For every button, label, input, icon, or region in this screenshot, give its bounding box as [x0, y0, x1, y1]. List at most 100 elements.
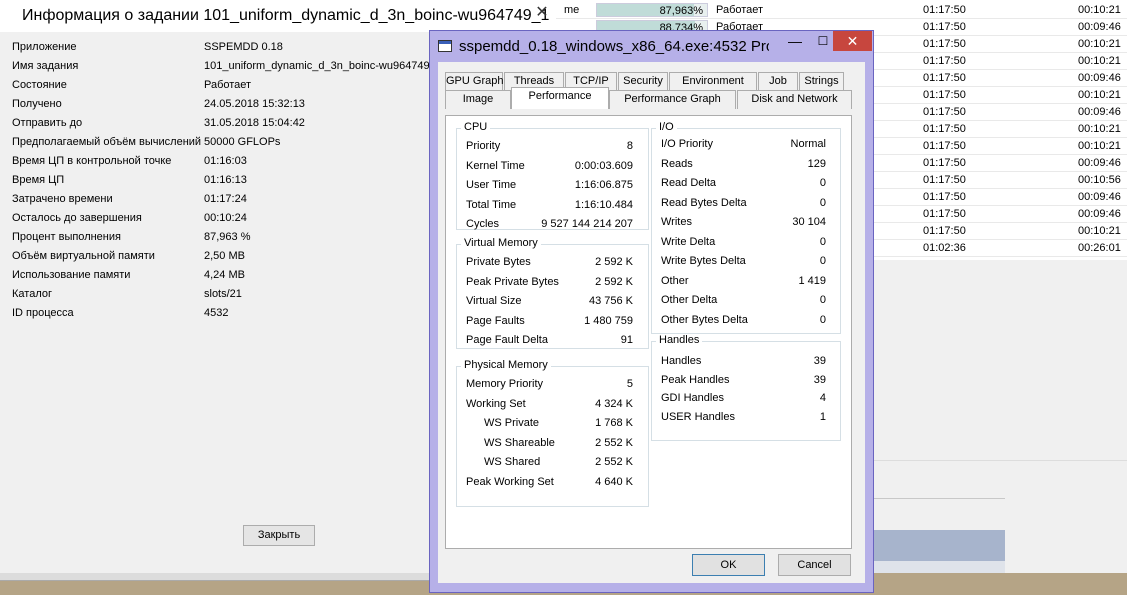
cpu-time: 01:17:50 — [923, 106, 966, 118]
property-value: 1:16:06.875 — [574, 179, 633, 191]
time-remaining: 00:10:21 — [1078, 140, 1121, 152]
close-icon[interactable]: ✕ — [833, 31, 872, 51]
info-value: 31.05.2018 15:04:42 — [204, 117, 305, 129]
property-row: Read Delta 0 — [661, 177, 826, 196]
time-remaining: 00:09:46 — [1078, 157, 1121, 169]
info-label: Получено — [12, 98, 62, 110]
progress-bar: 87,963% — [596, 3, 708, 17]
property-label: Other Delta — [661, 294, 718, 306]
cpu-time: 01:17:50 — [923, 191, 966, 203]
cpu-time: 01:17:50 — [923, 225, 966, 237]
property-label: Read Delta — [661, 177, 717, 189]
info-label: Каталог — [12, 288, 52, 300]
property-value: 4 — [819, 392, 826, 404]
property-row: WS Shared 2 552 K — [484, 456, 633, 475]
tab-gpu-graph[interactable]: GPU Graph — [445, 72, 503, 91]
info-title-bar: Информация о задании 101_uniform_dynamic… — [0, 0, 556, 32]
app-icon — [438, 40, 452, 52]
time-remaining: 00:09:46 — [1078, 208, 1121, 220]
info-value: Работает — [204, 79, 252, 91]
info-value: 50000 GFLOPs — [204, 136, 281, 148]
cpu-time: 01:17:50 — [923, 72, 966, 84]
io-group: I/O I/O Priority Normal Reads 129 Read Delta… — [651, 121, 841, 334]
list-item[interactable]: me 87,963% Работает 01:17:50 00:10:21 — [556, 2, 1127, 19]
time-remaining: 00:09:46 — [1078, 72, 1121, 84]
property-label: WS Shareable — [484, 436, 555, 449]
dialog-title-bar[interactable]: sspemdd_0.18_windows_x86_64.exe:4532 Pro… — [430, 31, 873, 61]
property-label: Memory Priority — [466, 378, 544, 390]
property-label: Virtual Size — [466, 295, 522, 307]
info-label: Затрачено времени — [12, 193, 113, 205]
property-row: Memory Priority 5 — [466, 378, 633, 397]
property-value: 5 — [626, 378, 633, 390]
property-label: Working Set — [466, 397, 526, 410]
info-value: 01:16:03 — [204, 155, 247, 167]
cpu-time: 01:02:36 — [923, 242, 966, 254]
property-value: 0 — [819, 313, 826, 326]
property-row: Handles 39 — [661, 355, 826, 374]
property-label: Priority — [466, 140, 501, 152]
close-icon[interactable]: ✕ — [530, 4, 554, 22]
virtual-memory-group: Virtual Memory Private Bytes 2 592 K Peak … — [456, 237, 649, 349]
time-remaining: 00:09:46 — [1078, 191, 1121, 203]
cpu-time: 01:17:50 — [923, 208, 966, 220]
info-label: Использование памяти — [12, 269, 131, 281]
info-value: 01:17:24 — [204, 193, 247, 205]
property-value: 1:16:10.484 — [574, 198, 633, 211]
minimize-icon[interactable]: — — [782, 31, 808, 51]
close-button[interactable]: Закрыть — [243, 525, 315, 546]
time-remaining: 00:09:46 — [1078, 106, 1121, 118]
info-value: 00:10:24 — [204, 212, 247, 224]
tab-image[interactable]: Image — [445, 90, 511, 109]
time-remaining: 00:10:21 — [1078, 123, 1121, 135]
cpu-time: 01:17:50 — [923, 4, 966, 16]
property-value: 1 768 K — [595, 417, 633, 429]
tab-security[interactable]: Security — [618, 72, 668, 91]
info-label: Процент выполнения — [12, 231, 121, 243]
property-value: 0 — [819, 255, 826, 267]
performance-panel: CPU Priority 8 Kernel Time 0:00:03.609 User … — [445, 115, 852, 549]
group-title: I/O — [656, 121, 677, 133]
tab-strings[interactable]: Strings — [799, 72, 844, 91]
info-value: 87,963 % — [204, 231, 251, 243]
cancel-button[interactable]: Cancel — [778, 554, 851, 576]
property-row: Cycles 9 527 144 214 207 — [466, 218, 633, 237]
tab-job[interactable]: Job — [758, 72, 798, 91]
property-value: 4 324 K — [595, 397, 633, 410]
ok-button[interactable]: OK — [692, 554, 765, 576]
process-properties-dialog: sspemdd_0.18_windows_x86_64.exe:4532 Pro… — [429, 30, 874, 593]
tab-environment[interactable]: Environment — [669, 72, 757, 91]
info-value: 4,24 MB — [204, 269, 245, 281]
tab-performance[interactable]: Performance — [511, 87, 609, 109]
property-label: Peak Handles — [661, 373, 730, 386]
property-value: 0 — [819, 177, 826, 189]
property-row: Read Bytes Delta 0 — [661, 197, 826, 216]
property-value: 0 — [819, 235, 826, 248]
property-value: 2 552 K — [595, 456, 633, 468]
info-value: slots/21 — [204, 288, 242, 300]
cpu-time: 01:17:50 — [923, 140, 966, 152]
info-value: SSPEMDD 0.18 — [204, 41, 283, 53]
property-label: GDI Handles — [661, 392, 724, 404]
info-window-title: Информация о задании 101_uniform_dynamic… — [22, 7, 550, 24]
property-row: Peak Handles 39 — [661, 374, 826, 393]
property-value: 39 — [813, 355, 826, 367]
handles-group: Handles Handles 39 Peak Handles 39 GDI Handl… — [651, 334, 841, 441]
property-label: Peak Private Bytes — [466, 275, 559, 288]
property-row: WS Private 1 768 K — [484, 417, 633, 436]
progress-text: 87,963% — [659, 5, 703, 17]
info-label: Время ЦП в контрольной точке — [12, 155, 172, 167]
cpu-time: 01:17:50 — [923, 174, 966, 186]
info-value: 2,50 MB — [204, 250, 245, 262]
tab-disk-and-network[interactable]: Disk and Network — [737, 90, 852, 109]
dialog-title: sspemdd_0.18_windows_x86_64.exe:4532 Pro… — [459, 38, 769, 55]
property-value: 39 — [813, 373, 826, 386]
info-label: Приложение — [12, 41, 77, 53]
property-row: WS Shareable 2 552 K — [484, 437, 633, 456]
group-title: Handles — [656, 334, 703, 346]
property-label: Page Faults — [466, 314, 525, 327]
property-value: 30 104 — [792, 216, 826, 228]
tab-performance-graph[interactable]: Performance Graph — [609, 90, 736, 109]
property-label: Other — [661, 274, 689, 287]
property-label: USER Handles — [661, 410, 735, 423]
